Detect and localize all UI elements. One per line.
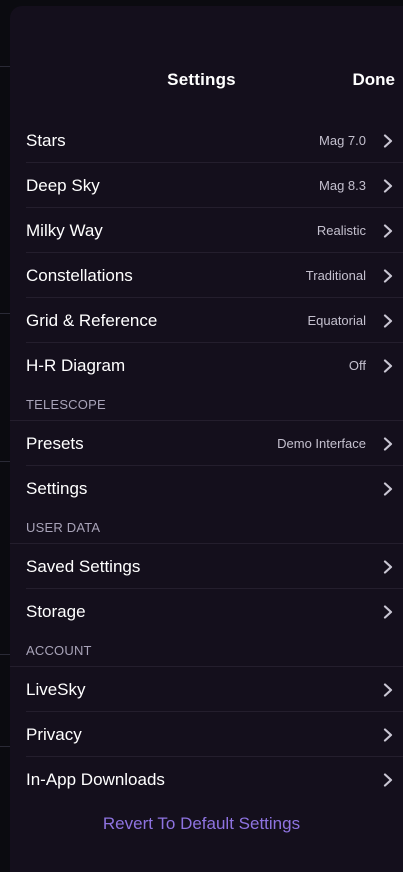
row-label: Saved Settings [26,556,141,576]
chevron-right-icon [383,604,393,619]
chevron-right-icon [383,436,393,451]
row-label: Milky Way [26,220,103,240]
settings-list: Stars Mag 7.0 Deep Sky Mag 8.3 Milky Way… [10,118,403,802]
section-label: ACCOUNT [26,643,92,658]
row-value: Equatorial [307,313,366,328]
row-label: In-App Downloads [26,769,165,789]
chevron-right-icon [383,481,393,496]
background-divider [0,746,10,747]
section-label: TELESCOPE [26,397,106,412]
row-storage[interactable]: Storage [10,589,403,634]
row-label: Deep Sky [26,175,100,195]
background-divider [0,461,10,462]
row-label: Constellations [26,265,133,285]
navigation-bar: Settings Done [10,6,403,109]
chevron-right-icon [383,133,393,148]
row-value: Mag 8.3 [319,178,366,193]
row-label: Privacy [26,724,82,744]
done-button[interactable]: Done [353,70,396,90]
row-label: Stars [26,130,66,150]
row-hr-diagram[interactable]: H-R Diagram Off [10,343,403,388]
row-grid-reference[interactable]: Grid & Reference Equatorial [10,298,403,343]
row-value: Off [348,358,366,373]
row-privacy[interactable]: Privacy [10,712,403,757]
chevron-right-icon [383,178,393,193]
background-divider [0,654,10,655]
revert-default-settings-button[interactable]: Revert To Default Settings [10,814,403,834]
chevron-right-icon [383,223,393,238]
settings-sheet: Settings Done Stars Mag 7.0 Deep Sky Mag… [10,6,403,872]
row-livesky[interactable]: LiveSky [10,667,403,712]
chevron-right-icon [383,559,393,574]
row-label: Settings [26,478,88,498]
chevron-right-icon [383,268,393,283]
background-divider [0,66,10,67]
page-title: Settings [167,70,236,89]
row-in-app-downloads[interactable]: In-App Downloads [10,757,403,802]
chevron-right-icon [383,358,393,373]
row-constellations[interactable]: Constellations Traditional [10,253,403,298]
section-header-account: ACCOUNT [10,634,403,667]
chevron-right-icon [383,727,393,742]
row-label: Grid & Reference [26,310,158,330]
section-label: USER DATA [26,520,101,535]
row-stars[interactable]: Stars Mag 7.0 [10,118,403,163]
chevron-right-icon [383,772,393,787]
chevron-right-icon [383,313,393,328]
row-value: Traditional [305,268,366,283]
row-label: LiveSky [26,679,86,699]
row-label: Presets [26,433,84,453]
section-header-user-data: USER DATA [10,511,403,544]
row-label: Storage [26,601,86,621]
row-deep-sky[interactable]: Deep Sky Mag 8.3 [10,163,403,208]
chevron-right-icon [383,682,393,697]
section-header-telescope: TELESCOPE [10,388,403,421]
row-telescope-settings[interactable]: Settings [10,466,403,511]
row-value: Mag 7.0 [319,133,366,148]
row-presets[interactable]: Presets Demo Interface [10,421,403,466]
background-divider [0,313,10,314]
row-value: Realistic [316,223,366,238]
row-milky-way[interactable]: Milky Way Realistic [10,208,403,253]
row-value: Demo Interface [277,436,366,451]
row-saved-settings[interactable]: Saved Settings [10,544,403,589]
row-label: H-R Diagram [26,355,126,375]
